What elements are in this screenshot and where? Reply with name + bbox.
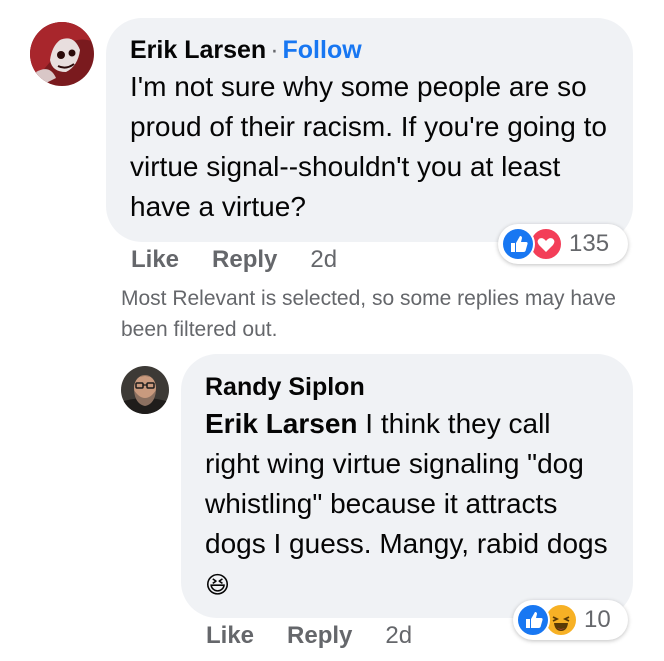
like-button[interactable]: Like <box>131 246 179 274</box>
reply-reactions[interactable]: 10 <box>513 600 628 640</box>
comment-reactions[interactable]: 135 <box>498 224 628 264</box>
comment-header: Erik Larsen · Follow <box>130 35 609 65</box>
like-button[interactable]: Like <box>206 622 254 650</box>
like-icon <box>501 227 535 261</box>
comment-author-name[interactable]: Erik Larsen <box>130 36 266 64</box>
comment-actions: Like Reply 2d <box>131 246 337 274</box>
reply-text: Erik Larsen I think they call right wing… <box>205 404 609 606</box>
comment-reaction-count: 135 <box>569 230 610 257</box>
mention-erik-larsen[interactable]: Erik Larsen <box>205 408 358 439</box>
reply-button[interactable]: Reply <box>287 622 352 650</box>
comment-bubble: Erik Larsen · Follow I'm not sure why some… <box>106 18 633 242</box>
reply-author-name[interactable]: Randy Siplon <box>205 372 609 402</box>
like-icon <box>516 603 550 637</box>
reply-actions: Like Reply 2d <box>206 622 412 650</box>
avatar-erik-larsen[interactable] <box>30 22 94 86</box>
filter-notice: Most Relevant is selected, so some repli… <box>121 287 616 341</box>
reply-timestamp[interactable]: 2d <box>385 622 412 650</box>
reply-bubble: Randy Siplon Erik Larsen I think they ca… <box>181 354 633 618</box>
comment-timestamp[interactable]: 2d <box>310 246 337 274</box>
reply-reaction-count: 10 <box>584 606 611 633</box>
follow-button[interactable]: Follow <box>283 36 362 64</box>
reply-button[interactable]: Reply <box>212 246 277 274</box>
avatar-randy-siplon[interactable] <box>121 366 169 414</box>
laughing-emoji-icon: 😆 <box>205 572 231 599</box>
comment-text: I'm not sure why some people are so prou… <box>130 71 607 222</box>
separator-dot: · <box>270 36 279 64</box>
